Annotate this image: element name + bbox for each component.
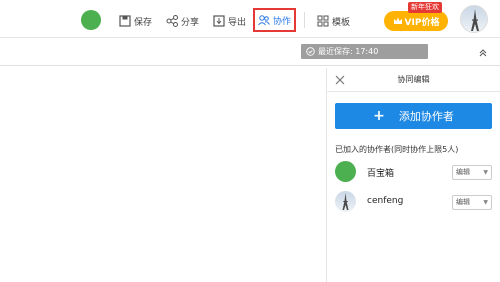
check-circle-icon	[306, 47, 315, 56]
save-button[interactable]: 保存	[119, 12, 152, 30]
collab-panel: 协同编辑 + 添加协作者 已加入的协作者(同时协作上限5人) 百宝箱 编辑 ▼ …	[326, 68, 500, 282]
save-status-bar: 最近保存: 17:40	[0, 39, 500, 66]
user-avatar[interactable]	[460, 5, 488, 33]
save-label: 保存	[134, 17, 153, 28]
export-icon	[213, 15, 225, 27]
collaborator-limit-text: 已加入的协作者(同时协作上限5人)	[335, 145, 459, 154]
add-collaborator-label: 添加协作者	[398, 110, 454, 123]
role-select[interactable]: 编辑 ▼	[452, 195, 492, 210]
share-button[interactable]: 分享	[166, 12, 199, 30]
collab-button[interactable]: 协作	[253, 8, 297, 32]
avatar	[335, 161, 356, 182]
template-label: 模板	[332, 17, 351, 28]
share-icon	[166, 15, 178, 27]
collab-panel-header: 协同编辑	[327, 68, 500, 92]
export-button[interactable]: 导出	[213, 12, 246, 30]
top-toolbar: 保存 分享 导出 协作 模板 VIP价格 新年狂欢	[0, 0, 500, 38]
member-row: 百宝箱 编辑 ▼	[335, 161, 495, 183]
save-icon	[119, 15, 131, 27]
member-row: cenfeng 编辑 ▼	[335, 191, 495, 213]
collab-icon	[258, 15, 270, 26]
member-name: 百宝箱	[367, 169, 395, 179]
member-name: cenfeng	[367, 196, 404, 206]
vip-button[interactable]: VIP价格	[384, 11, 448, 31]
last-saved-text: 最近保存: 17:40	[318, 47, 379, 56]
last-saved-status: 最近保存: 17:40	[301, 44, 428, 59]
role-value: 编辑	[456, 168, 470, 176]
template-button[interactable]: 模板	[317, 12, 350, 30]
chevron-down-icon: ▼	[483, 199, 488, 206]
chevron-down-icon: ▼	[483, 169, 488, 176]
export-label: 导出	[228, 17, 247, 28]
role-select[interactable]: 编辑 ▼	[452, 165, 492, 180]
toolbar-divider	[304, 12, 305, 28]
vip-label: VIP价格	[404, 17, 440, 28]
share-label: 分享	[181, 17, 200, 28]
app-root: 保存 分享 导出 协作 模板 VIP价格 新年狂欢 最近保存: 17:40 协同…	[0, 0, 500, 282]
avatar	[335, 191, 356, 212]
template-icon	[317, 15, 329, 27]
collab-panel-title: 协同编辑	[397, 75, 430, 84]
collab-label: 协作	[273, 16, 292, 27]
crown-icon	[393, 17, 402, 24]
collapse-up-icon[interactable]	[477, 47, 489, 59]
plus-icon: +	[373, 108, 385, 124]
team-avatar[interactable]	[81, 10, 101, 30]
add-collaborator-button[interactable]: + 添加协作者	[335, 103, 492, 129]
role-value: 编辑	[456, 198, 470, 206]
eiffel-tower-icon	[342, 193, 349, 210]
eiffel-tower-icon	[471, 9, 479, 31]
vip-promo-badge: 新年狂欢	[408, 2, 442, 13]
